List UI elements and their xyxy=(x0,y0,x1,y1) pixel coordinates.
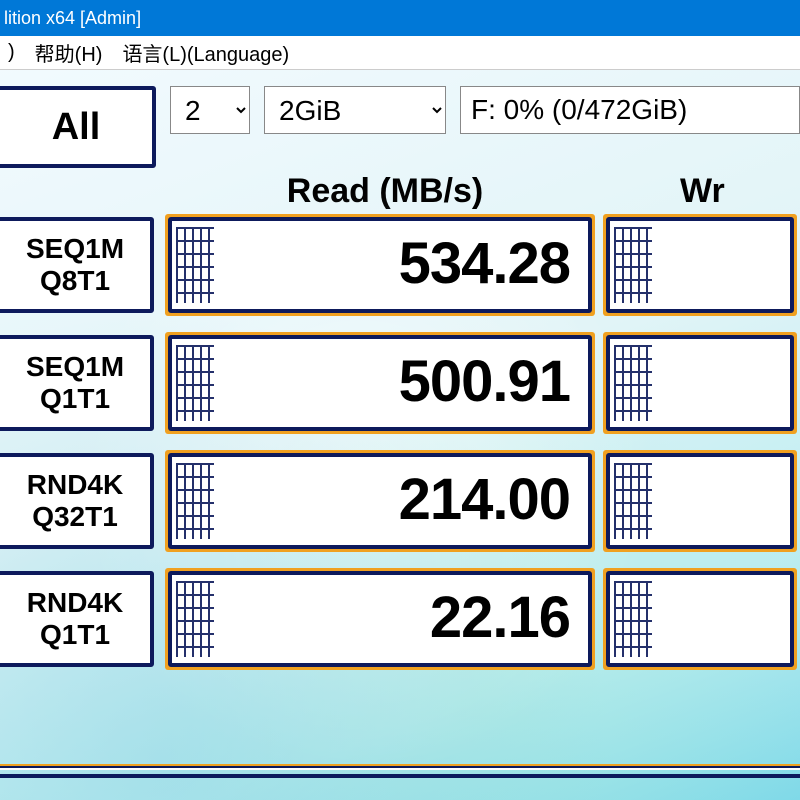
menu-bar: ) 帮助(H) 语言(L)(Language) xyxy=(0,36,800,70)
drive-select[interactable]: F: 0% (0/472GiB) xyxy=(460,86,800,134)
header-write: Wr xyxy=(600,172,800,211)
test-label-line1: RND4K xyxy=(0,587,150,619)
read-value-cell: 500.91 xyxy=(168,335,592,431)
test-button-rnd4k-q1t1[interactable]: RND4K Q1T1 xyxy=(0,571,154,667)
read-value-cell: 534.28 xyxy=(168,217,592,313)
result-row: RND4K Q1T1 22.16 xyxy=(0,571,800,667)
drive-select-text: F: 0% (0/472GiB) xyxy=(471,94,687,126)
test-button-seq1m-q8t1[interactable]: SEQ1M Q8T1 xyxy=(0,217,154,313)
result-row: SEQ1M Q1T1 500.91 xyxy=(0,335,800,431)
footer-separator xyxy=(0,764,800,770)
window-title: lition x64 [Admin] xyxy=(4,8,141,29)
test-size-select[interactable]: 2GiB xyxy=(264,86,446,134)
test-label-line1: RND4K xyxy=(0,469,150,501)
test-button-rnd4k-q32t1[interactable]: RND4K Q32T1 xyxy=(0,453,154,549)
run-all-label: All xyxy=(52,106,101,149)
test-label-line2: Q8T1 xyxy=(0,265,150,297)
test-label-line1: SEQ1M xyxy=(0,351,150,383)
write-value-cell xyxy=(606,453,794,549)
write-value-cell xyxy=(606,571,794,667)
run-count-select[interactable]: 2 xyxy=(170,86,250,134)
write-value-cell xyxy=(606,335,794,431)
result-row: SEQ1M Q8T1 534.28 xyxy=(0,217,800,313)
test-label-line2: Q1T1 xyxy=(0,619,150,651)
run-all-button[interactable]: All xyxy=(0,86,156,168)
test-label-line1: SEQ1M xyxy=(0,233,150,265)
results-rows: SEQ1M Q8T1 534.28 SEQ1M Q1T1 500.91 RND4… xyxy=(0,211,800,667)
test-label-line2: Q1T1 xyxy=(0,383,150,415)
column-headers: Read (MB/s) Wr xyxy=(0,172,800,211)
window-titlebar: lition x64 [Admin] xyxy=(0,0,800,36)
header-read: Read (MB/s) xyxy=(170,172,600,211)
read-value: 500.91 xyxy=(399,348,570,415)
test-label-line2: Q32T1 xyxy=(0,501,150,533)
test-button-seq1m-q1t1[interactable]: SEQ1M Q1T1 xyxy=(0,335,154,431)
menu-help[interactable]: 帮助(H) xyxy=(35,38,103,67)
read-value: 214.00 xyxy=(399,466,570,533)
write-value-cell xyxy=(606,217,794,313)
result-row: RND4K Q32T1 214.00 xyxy=(0,453,800,549)
read-value: 22.16 xyxy=(430,584,570,651)
menu-close-paren[interactable]: ) xyxy=(8,41,15,64)
read-value-cell: 214.00 xyxy=(168,453,592,549)
menu-language[interactable]: 语言(L)(Language) xyxy=(122,38,289,67)
read-value-cell: 22.16 xyxy=(168,571,592,667)
read-value: 534.28 xyxy=(399,230,570,297)
